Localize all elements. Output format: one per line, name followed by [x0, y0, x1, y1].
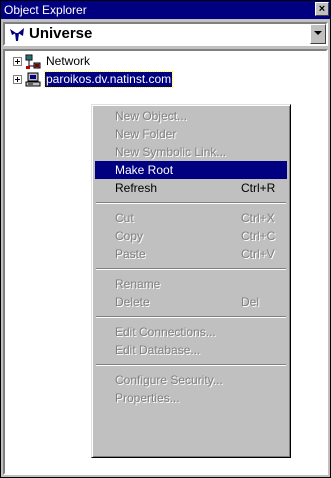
menu-item-label: Properties...: [115, 391, 180, 405]
menu-item-shortcut: Ctrl+V: [241, 247, 275, 261]
menu-item-label: Rename: [115, 277, 161, 291]
chevron-down-icon: [314, 31, 322, 35]
menu-item-edit-connections[interactable]: Edit Connections...: [95, 323, 287, 341]
title-bar: Object Explorer ×: [1, 1, 330, 19]
object-explorer-window: Object Explorer × Universe Network paroi…: [0, 0, 331, 478]
menu-item-paste[interactable]: Paste Ctrl+V: [95, 245, 287, 263]
context-menu: New Object... New Folder New Symbolic Li…: [91, 104, 291, 458]
ni-universe-icon: [10, 28, 24, 41]
menu-item-label: Paste: [115, 247, 146, 261]
root-selector-combo[interactable]: Universe: [3, 22, 328, 46]
menu-item-label: Edit Database...: [115, 343, 201, 357]
menu-item-new-folder[interactable]: New Folder: [95, 125, 287, 143]
menu-item-label: Copy: [115, 229, 144, 243]
expand-toggle[interactable]: [13, 57, 22, 66]
menu-item-delete[interactable]: Delete Del: [95, 293, 287, 311]
menu-separator: [96, 316, 286, 318]
expand-toggle[interactable]: [13, 75, 22, 84]
menu-item-shortcut: Del: [241, 295, 260, 309]
menu-item-label: New Symbolic Link...: [115, 145, 227, 159]
menu-item-make-root[interactable]: Make Root: [95, 161, 287, 179]
menu-item-shortcut: Ctrl+R: [241, 181, 276, 195]
menu-item-refresh[interactable]: Refresh Ctrl+R: [95, 179, 287, 197]
menu-item-label: New Object...: [115, 109, 188, 123]
menu-separator: [96, 202, 286, 204]
window-title: Object Explorer: [4, 3, 87, 17]
tree-item-label: paroikos.dv.natinst.com: [43, 71, 174, 88]
menu-separator: [96, 364, 286, 366]
menu-item-copy[interactable]: Copy Ctrl+C: [95, 227, 287, 245]
menu-item-new-object[interactable]: New Object...: [95, 107, 287, 125]
menu-separator: [96, 268, 286, 270]
menu-item-edit-database[interactable]: Edit Database...: [95, 341, 287, 359]
menu-item-label: Configure Security...: [115, 373, 223, 387]
menu-item-new-symbolic-link[interactable]: New Symbolic Link...: [95, 143, 287, 161]
menu-item-properties[interactable]: Properties...: [95, 389, 287, 407]
menu-item-shortcut: Ctrl+C: [241, 229, 276, 243]
network-icon: [25, 54, 41, 69]
menu-item-rename[interactable]: Rename: [95, 275, 287, 293]
menu-item-label: Make Root: [115, 163, 174, 177]
menu-item-label: Edit Connections...: [115, 325, 216, 339]
menu-item-label: Cut: [115, 211, 134, 225]
close-button[interactable]: ×: [315, 2, 329, 16]
menu-item-label: Delete: [115, 295, 150, 309]
menu-item-shortcut: Ctrl+X: [241, 211, 275, 225]
menu-item-label: Refresh: [115, 181, 158, 195]
close-icon: ×: [318, 3, 326, 15]
dropdown-button[interactable]: [310, 24, 326, 44]
tree-item-label: Network: [46, 54, 91, 68]
menu-item-configure-security[interactable]: Configure Security...: [95, 371, 287, 389]
menu-item-cut[interactable]: Cut Ctrl+X: [95, 209, 287, 227]
root-selector-value: Universe: [29, 25, 93, 42]
menu-item-label: New Folder: [115, 127, 177, 141]
computer-icon: [25, 72, 41, 87]
tree-item-network[interactable]: Network: [5, 53, 325, 71]
tree-item-computer[interactable]: paroikos.dv.natinst.com: [5, 71, 325, 89]
